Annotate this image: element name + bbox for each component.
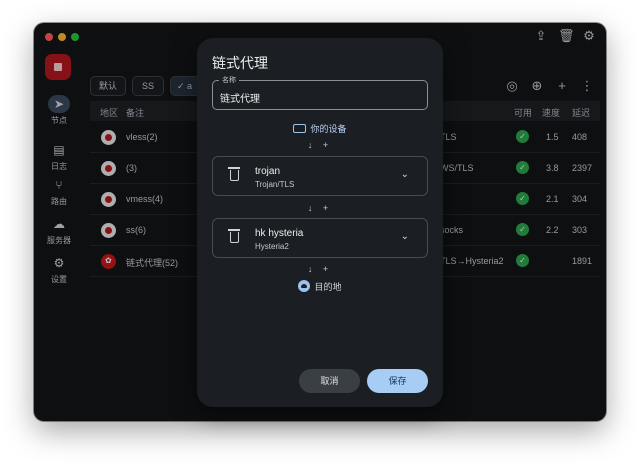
delete-icon[interactable] [228,167,240,181]
name-field[interactable]: 名称 链式代理 [212,75,428,110]
hop-name: hk hysteria [255,228,304,239]
save-button[interactable]: 保存 [367,369,428,393]
delete-icon[interactable] [228,229,240,243]
hop-card[interactable]: hk hysteria Hysteria2 ⌄ [212,218,428,258]
chain-proxy-dialog: 链式代理 名称 链式代理 你的设备 ↓ + trojan Trojan/TLS … [197,38,443,407]
cloud-icon [298,280,311,292]
insert-hop-button[interactable]: ↓ + [197,203,443,213]
your-device: 你的设备 [197,122,443,135]
cancel-button[interactable]: 取消 [299,369,360,393]
hop-card[interactable]: trojan Trojan/TLS ⌄ [212,156,428,196]
insert-hop-button[interactable]: ↓ + [197,264,443,274]
chevron-down-icon[interactable]: ⌄ [401,169,409,180]
hop-type: Trojan/TLS [255,180,295,189]
destination: 目的地 [197,280,443,293]
destination-label: 目的地 [314,282,342,292]
name-field-label: 名称 [219,75,239,85]
hop-type: Hysteria2 [255,242,289,251]
laptop-icon [293,124,307,133]
name-field-value[interactable]: 链式代理 [220,90,260,105]
hop-name: trojan [255,166,281,177]
insert-hop-button[interactable]: ↓ + [197,140,443,150]
dialog-title: 链式代理 [212,55,268,71]
device-label: 你的设备 [310,124,347,134]
chevron-down-icon[interactable]: ⌄ [401,231,409,242]
